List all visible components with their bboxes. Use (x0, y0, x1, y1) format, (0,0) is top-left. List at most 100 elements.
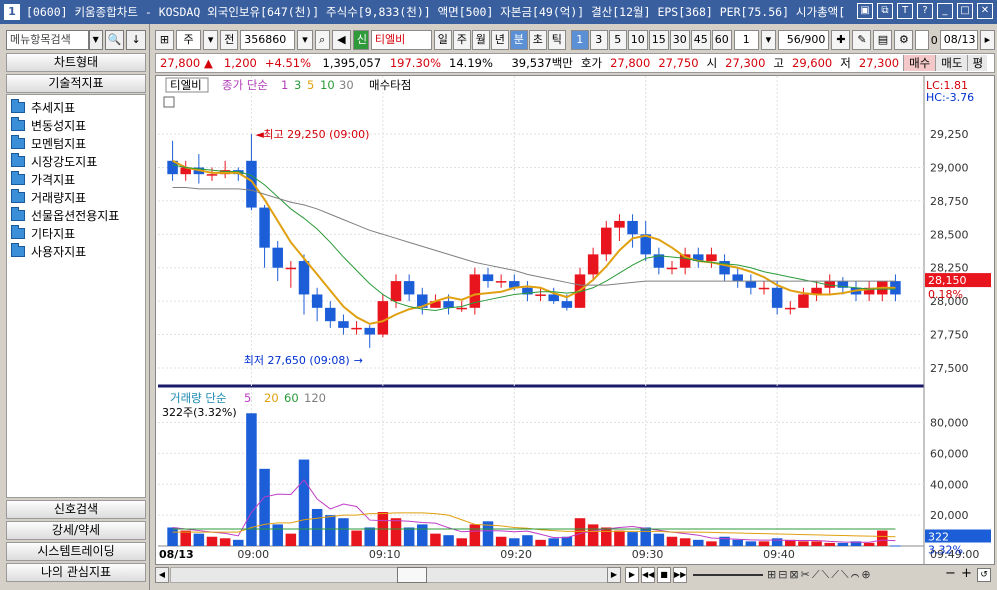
date-spin-icon[interactable]: ▸ (979, 30, 995, 50)
volume-legend-value: 20 (264, 391, 279, 405)
tree-item[interactable]: 시장강도지표 (7, 152, 145, 170)
minute-tab[interactable]: 45 (690, 30, 711, 50)
open-price: 27,300 (725, 56, 766, 70)
scroll-left-icon[interactable]: ◀ (155, 567, 169, 583)
period-tab[interactable]: 초 (528, 30, 547, 50)
volume-bar (509, 538, 520, 546)
prev-button[interactable]: 전 (220, 30, 239, 50)
reset-icon[interactable]: ↺ (977, 568, 991, 582)
save-icon[interactable]: ▤ (873, 30, 893, 50)
scroll-right-icon[interactable]: ▶ (607, 567, 621, 583)
minute-tab[interactable]: 30 (669, 30, 690, 50)
draw-icon[interactable]: ✎ (852, 30, 872, 50)
rewind-icon[interactable]: ◀◀ (641, 567, 655, 583)
tree-item[interactable]: 변동성지표 (7, 116, 145, 134)
price-change: 1,200 (223, 56, 257, 70)
period-tab[interactable]: 월 (471, 30, 490, 50)
stock-code-input[interactable]: 356860 (240, 30, 296, 50)
zoom-in-icon[interactable]: + (961, 566, 975, 581)
tree-item[interactable]: 가격지표 (7, 170, 145, 188)
search-icon[interactable]: 🔍 (104, 30, 125, 50)
tree-item[interactable]: 기타지표 (7, 224, 145, 242)
minute-tab[interactable]: 60 (711, 30, 732, 50)
market-select[interactable]: 주 (176, 30, 201, 50)
stop-icon[interactable]: ■ (657, 567, 671, 583)
tree-item[interactable]: 거래량지표 (7, 188, 145, 206)
period-tab[interactable]: 일 (433, 30, 452, 50)
gear-icon[interactable]: ⚙ (894, 30, 914, 50)
time-tick-label: 09:40 (763, 548, 795, 561)
count-input[interactable]: 56/900 (777, 30, 830, 50)
volume-bar (456, 538, 467, 546)
minute-tab[interactable]: 5 (608, 30, 627, 50)
tree-item[interactable]: 사용자지표 (7, 242, 145, 260)
folder-icon (11, 134, 25, 149)
stock-name: 티엘비 (370, 30, 432, 50)
volume-bar (246, 413, 257, 546)
zoom-in-icon[interactable]: ✚ (831, 30, 851, 50)
price-tick-label: 28,500 (930, 228, 969, 241)
menu-search-dropdown[interactable]: ▼ (88, 30, 103, 50)
minute-tab[interactable]: 3 (589, 30, 608, 50)
period-tab[interactable]: 분 (509, 30, 528, 50)
minute-tab[interactable]: 1 (570, 30, 589, 50)
eval-button[interactable]: 평 (967, 55, 988, 71)
chart-area[interactable]: 29,250 29,000 28,750 28,500 28,250 28,000 27,7… (155, 75, 995, 565)
signal-search-button[interactable]: 신호검색 (6, 500, 146, 519)
candle-body (785, 307, 796, 310)
zoom-out-icon[interactable]: − (945, 566, 959, 581)
minute-tab[interactable]: 15 (648, 30, 669, 50)
unit-input[interactable]: 1 (733, 30, 759, 50)
period-tabs: 일주월년분초틱 (433, 30, 566, 50)
chart-type-button[interactable]: 차트형태 (6, 53, 146, 72)
search-icon[interactable]: ⌕ (314, 30, 330, 50)
tree-item[interactable]: 모멘텀지표 (7, 134, 145, 152)
help-icon[interactable]: ? (917, 3, 933, 19)
play-icon[interactable]: ▶ (625, 567, 639, 583)
volume-bar (495, 536, 507, 546)
tech-indicator-button[interactable]: 기술적지표 (6, 74, 146, 93)
tree-item-label: 기타지표 (31, 226, 76, 241)
menu-search-input[interactable]: 메뉴항목검색 (6, 30, 89, 50)
restore-icon[interactable]: ▣ (857, 3, 873, 19)
font-icon[interactable]: T (897, 3, 913, 19)
chart-settings-icon[interactable]: ⊞ (155, 30, 174, 50)
volume-tick-label: 40,000 (930, 478, 969, 491)
scroll-thumb[interactable] (397, 567, 427, 583)
speed-slider[interactable] (693, 574, 763, 576)
chart-svg[interactable]: 29,25029,00028,75028,50028,25028,00027,7… (156, 76, 994, 564)
period-tab[interactable]: 틱 (547, 30, 566, 50)
tree-item[interactable]: 선물옵션전용지표 (7, 206, 145, 224)
maximize-icon[interactable]: □ (957, 3, 973, 19)
system-trading-button[interactable]: 시스템트레이딩 (6, 542, 146, 561)
buy-button[interactable]: 매수 (903, 55, 936, 71)
forward-icon[interactable]: ▶▶ (673, 567, 687, 583)
volume-bar (679, 538, 691, 546)
link-icon[interactable]: ⧉ (877, 3, 893, 19)
volume-bar (877, 530, 888, 546)
volume-bar (364, 527, 375, 546)
market-dropdown-icon[interactable]: ▾ (203, 30, 219, 50)
price-tick-label: 29,000 (930, 161, 969, 174)
candle-body (482, 274, 494, 282)
minute-tab[interactable]: 10 (627, 30, 648, 50)
tree-item[interactable]: 추세지표 (7, 98, 145, 116)
last-volume: 322 (928, 531, 949, 544)
arrow-down-icon[interactable]: ↓ (126, 30, 146, 50)
scroll-track[interactable] (170, 567, 620, 583)
checkbox[interactable] (915, 30, 929, 50)
tool-icons[interactable]: ⊞⊟⊠✂⟋⟍⟋⟍⌒⊕ (767, 568, 937, 584)
sell-button[interactable]: 매도 (935, 55, 968, 71)
period-tab[interactable]: 년 (490, 30, 509, 50)
candle-body (351, 327, 362, 330)
volume-bar (219, 538, 231, 546)
date-input[interactable]: 08/13 (939, 30, 978, 50)
close-icon[interactable]: ✕ (977, 3, 993, 19)
period-tab[interactable]: 주 (452, 30, 471, 50)
code-dropdown-icon[interactable]: ▾ (297, 30, 313, 50)
minimize-icon[interactable]: _ (937, 3, 953, 19)
speaker-icon[interactable]: ◀ (331, 30, 351, 50)
unit-dropdown-icon[interactable]: ▾ (760, 30, 776, 50)
my-indicator-button[interactable]: 나의 관심지표 (6, 563, 146, 582)
strength-button[interactable]: 강세/약세 (6, 521, 146, 540)
